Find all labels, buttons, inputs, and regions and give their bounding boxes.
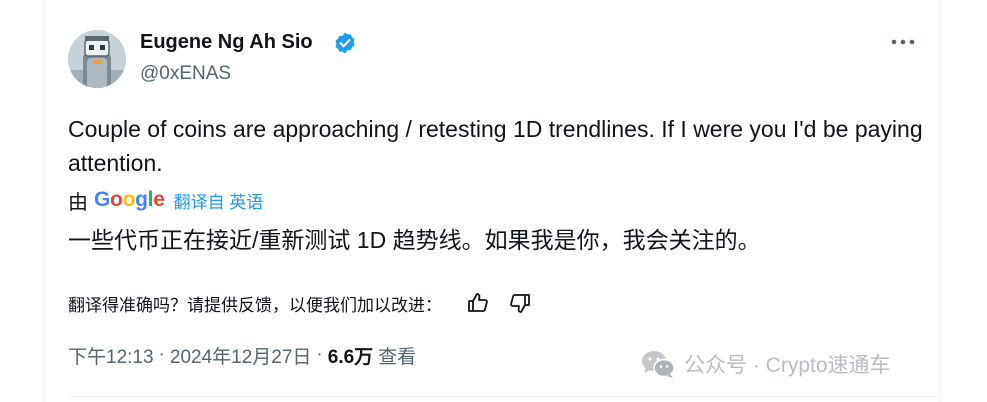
wechat-icon: [642, 351, 675, 378]
thumbs-down-button[interactable]: [506, 289, 534, 317]
translation-feedback-question: 翻译得准确吗？请提供反馈，以便我们加以改进：: [68, 295, 442, 315]
translated-tweet-text: 一些代币正在接近/重新测试 1D 趋势线。如果我是你，我会关注的。: [68, 227, 761, 253]
more-options-button[interactable]: [884, 28, 922, 56]
translated-from-link[interactable]: 翻译自 英语: [174, 188, 264, 213]
google-logo-letter: o: [122, 188, 136, 211]
views-label: 查看: [378, 346, 417, 368]
tweet-time[interactable]: 下午12:13: [68, 342, 154, 369]
meta-separator: ·: [158, 344, 165, 365]
tweet-date[interactable]: 2024年12月27日: [170, 342, 312, 369]
views-count: 6.6万: [327, 346, 374, 368]
thumbs-up-icon: [468, 293, 488, 312]
timeline-left-border: [44, 0, 45, 402]
google-logo: Google: [94, 188, 165, 212]
pixel-avatar-icon: [68, 30, 126, 88]
translation-feedback-row: 翻译得准确吗？请提供反馈，以便我们加以改进：: [68, 288, 548, 318]
google-logo-letter: g: [135, 188, 148, 211]
thumbs-down-icon: [510, 294, 530, 313]
tweet-page: Eugene Ng Ah Sio @0xENAS Couple of coins…: [0, 0, 987, 402]
tweet-text: Couple of coins are approaching / retest…: [68, 116, 923, 176]
translation-attribution: 由 Google 翻译自 英语: [68, 186, 263, 214]
tweet-meta: 下午12:13 · 2024年12月27日 · 6.6万 查看: [68, 340, 416, 370]
bottom-divider: [68, 396, 940, 397]
author-handle[interactable]: @0xENAS: [140, 63, 231, 85]
wechat-watermark: 公众号 · Crypto速通车: [640, 346, 891, 382]
meta-separator: ·: [316, 344, 323, 365]
thumbs-up-button[interactable]: [464, 289, 492, 317]
more-dots-icon: [891, 39, 915, 45]
author-avatar[interactable]: [68, 30, 126, 88]
google-logo-letter: G: [94, 188, 111, 211]
google-logo-letter: o: [110, 188, 123, 211]
translated-by-label: 由: [68, 191, 88, 214]
verified-badge-icon: [335, 32, 355, 54]
timeline-right-border: [940, 0, 941, 402]
google-logo-letter: e: [153, 188, 165, 211]
watermark-text: 公众号 · Crypto速通车: [684, 354, 891, 377]
author-display-name[interactable]: Eugene Ng Ah Sio: [140, 31, 313, 54]
